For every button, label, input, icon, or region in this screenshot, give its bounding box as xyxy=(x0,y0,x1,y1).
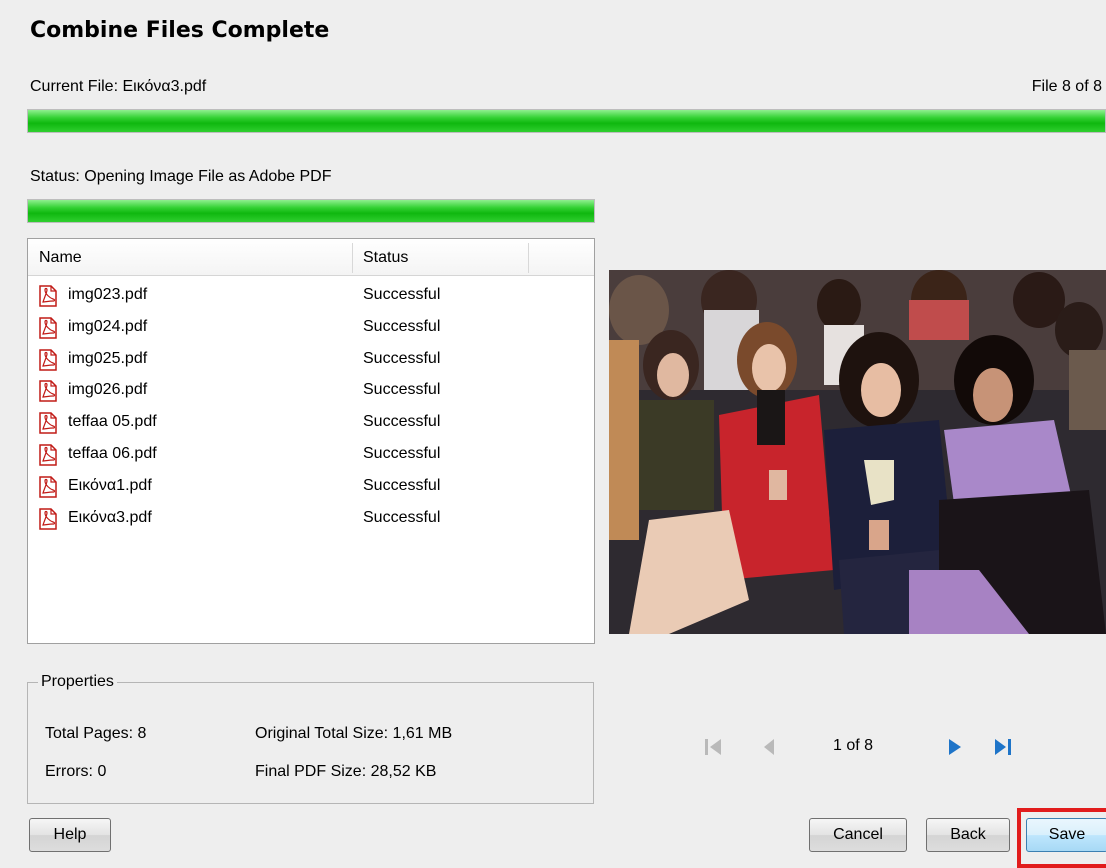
column-divider xyxy=(528,243,529,273)
file-status: Successful xyxy=(363,349,441,367)
list-item[interactable]: img024.pdf Successful xyxy=(28,312,594,344)
back-button[interactable]: Back xyxy=(926,818,1010,852)
status-progress-fill xyxy=(28,200,594,222)
pdf-file-icon xyxy=(39,348,57,371)
file-name: img025.pdf xyxy=(68,349,148,367)
current-file-label: Current File: Εικόνα3.pdf xyxy=(30,78,207,95)
list-item[interactable]: Εικόνα3.pdf Successful xyxy=(28,503,594,535)
column-header-status[interactable]: Status xyxy=(363,249,408,267)
current-file-progress xyxy=(27,109,1106,133)
file-name: img026.pdf xyxy=(68,381,148,399)
status-progress xyxy=(27,199,595,223)
file-status: Successful xyxy=(363,317,441,335)
file-name: Εικόνα1.pdf xyxy=(68,476,152,494)
status-label: Status: Opening Image File as Adobe PDF xyxy=(30,168,332,185)
file-status: Successful xyxy=(363,381,441,399)
list-item[interactable]: img026.pdf Successful xyxy=(28,375,594,407)
errors-label: Errors: 0 xyxy=(45,763,107,780)
pdf-file-icon xyxy=(39,412,57,434)
help-button[interactable]: Help xyxy=(29,818,111,852)
original-size-label: Original Total Size: 1,61 MB xyxy=(255,725,453,742)
final-size-label: Final PDF Size: 28,52 KB xyxy=(255,763,437,780)
prev-page-icon[interactable] xyxy=(756,734,782,760)
next-page-icon[interactable] xyxy=(942,734,968,760)
last-page-icon[interactable] xyxy=(991,734,1017,760)
file-status: Successful xyxy=(363,413,441,431)
pdf-file-icon xyxy=(39,476,57,498)
file-status: Successful xyxy=(363,508,441,526)
pdf-file-icon xyxy=(39,507,57,530)
page-preview-image xyxy=(609,270,1106,634)
dialog-title: Combine Files Complete xyxy=(30,18,330,43)
current-file-progress-fill xyxy=(28,110,1105,132)
pdf-file-icon xyxy=(39,285,57,307)
preview-photo xyxy=(609,270,1106,634)
file-name: img023.pdf xyxy=(68,286,148,303)
file-name: teffaa 05.pdf xyxy=(68,413,157,431)
list-item[interactable]: teffaa 06.pdf Successful xyxy=(28,439,594,471)
column-header-name[interactable]: Name xyxy=(39,249,82,267)
file-status: Successful xyxy=(363,286,441,303)
pdf-file-icon xyxy=(39,317,57,339)
save-highlight-box xyxy=(1017,808,1106,868)
total-pages-label: Total Pages: 8 xyxy=(45,725,147,742)
file-name: img024.pdf xyxy=(68,317,148,335)
file-status: Successful xyxy=(363,476,441,494)
list-item[interactable]: Εικόνα1.pdf Successful xyxy=(28,471,594,503)
pdf-file-icon xyxy=(39,380,57,403)
file-name: teffaa 06.pdf xyxy=(68,445,157,462)
properties-legend: Properties xyxy=(41,673,114,690)
list-item[interactable]: teffaa 05.pdf Successful xyxy=(28,407,594,439)
pdf-file-icon xyxy=(39,444,57,466)
file-counter: File 8 of 8 xyxy=(1031,78,1102,95)
list-header: Name Status xyxy=(28,239,594,276)
file-status: Successful xyxy=(363,445,441,462)
column-divider xyxy=(352,243,353,273)
list-item[interactable]: img025.pdf Successful xyxy=(28,344,594,376)
page-indicator: 1 of 8 xyxy=(833,737,874,754)
first-page-icon[interactable] xyxy=(700,734,726,760)
file-list[interactable]: Name Status img023.pdf Successful img024.p… xyxy=(27,238,595,644)
cancel-button[interactable]: Cancel xyxy=(809,818,907,852)
file-name: Εικόνα3.pdf xyxy=(68,508,152,526)
list-item[interactable]: img023.pdf Successful xyxy=(28,280,594,312)
